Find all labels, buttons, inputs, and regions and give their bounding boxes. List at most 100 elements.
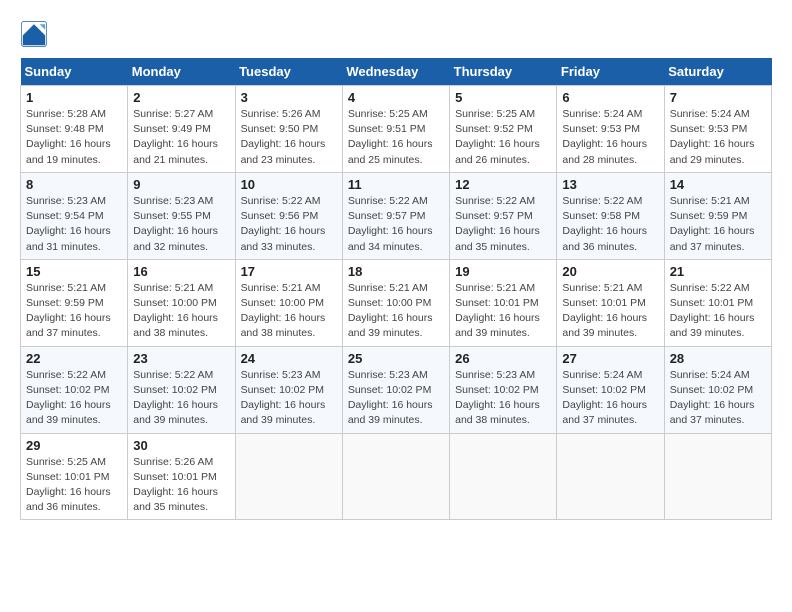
day-number: 4 [348,90,444,105]
calendar-cell: 15 Sunrise: 5:21 AMSunset: 9:59 PMDaylig… [21,259,128,346]
day-info: Sunrise: 5:23 AMSunset: 9:55 PMDaylight:… [133,195,218,253]
day-info: Sunrise: 5:26 AMSunset: 10:01 PMDaylight… [133,456,218,514]
weekday-header-thursday: Thursday [450,58,557,86]
day-info: Sunrise: 5:21 AMSunset: 10:01 PMDaylight… [562,282,647,340]
day-number: 10 [241,177,337,192]
calendar-cell: 19 Sunrise: 5:21 AMSunset: 10:01 PMDayli… [450,259,557,346]
weekday-header-tuesday: Tuesday [235,58,342,86]
day-number: 9 [133,177,229,192]
day-info: Sunrise: 5:22 AMSunset: 9:58 PMDaylight:… [562,195,647,253]
day-info: Sunrise: 5:26 AMSunset: 9:50 PMDaylight:… [241,108,326,166]
day-info: Sunrise: 5:21 AMSunset: 10:01 PMDaylight… [455,282,540,340]
calendar-cell [557,433,664,520]
day-info: Sunrise: 5:24 AMSunset: 9:53 PMDaylight:… [670,108,755,166]
day-number: 29 [26,438,122,453]
day-info: Sunrise: 5:21 AMSunset: 9:59 PMDaylight:… [670,195,755,253]
day-number: 14 [670,177,766,192]
calendar-cell [235,433,342,520]
weekday-header-saturday: Saturday [664,58,771,86]
calendar-table: SundayMondayTuesdayWednesdayThursdayFrid… [20,58,772,520]
day-number: 3 [241,90,337,105]
calendar-cell: 26 Sunrise: 5:23 AMSunset: 10:02 PMDayli… [450,346,557,433]
calendar-cell: 24 Sunrise: 5:23 AMSunset: 10:02 PMDayli… [235,346,342,433]
day-number: 16 [133,264,229,279]
day-info: Sunrise: 5:21 AMSunset: 10:00 PMDaylight… [348,282,433,340]
day-number: 24 [241,351,337,366]
day-info: Sunrise: 5:24 AMSunset: 9:53 PMDaylight:… [562,108,647,166]
calendar-week-4: 22 Sunrise: 5:22 AMSunset: 10:02 PMDayli… [21,346,772,433]
calendar-week-5: 29 Sunrise: 5:25 AMSunset: 10:01 PMDayli… [21,433,772,520]
day-info: Sunrise: 5:22 AMSunset: 9:57 PMDaylight:… [455,195,540,253]
calendar-week-3: 15 Sunrise: 5:21 AMSunset: 9:59 PMDaylig… [21,259,772,346]
day-info: Sunrise: 5:23 AMSunset: 9:54 PMDaylight:… [26,195,111,253]
day-number: 18 [348,264,444,279]
calendar-week-1: 1 Sunrise: 5:28 AMSunset: 9:48 PMDayligh… [21,86,772,173]
day-info: Sunrise: 5:24 AMSunset: 10:02 PMDaylight… [670,369,755,427]
weekday-header-wednesday: Wednesday [342,58,449,86]
calendar-cell: 22 Sunrise: 5:22 AMSunset: 10:02 PMDayli… [21,346,128,433]
calendar-cell: 17 Sunrise: 5:21 AMSunset: 10:00 PMDayli… [235,259,342,346]
day-info: Sunrise: 5:22 AMSunset: 9:56 PMDaylight:… [241,195,326,253]
day-number: 7 [670,90,766,105]
day-info: Sunrise: 5:24 AMSunset: 10:02 PMDaylight… [562,369,647,427]
day-number: 20 [562,264,658,279]
calendar-cell: 1 Sunrise: 5:28 AMSunset: 9:48 PMDayligh… [21,86,128,173]
day-number: 21 [670,264,766,279]
day-number: 19 [455,264,551,279]
day-info: Sunrise: 5:23 AMSunset: 10:02 PMDaylight… [241,369,326,427]
calendar-cell: 18 Sunrise: 5:21 AMSunset: 10:00 PMDayli… [342,259,449,346]
calendar-cell: 23 Sunrise: 5:22 AMSunset: 10:02 PMDayli… [128,346,235,433]
day-info: Sunrise: 5:21 AMSunset: 10:00 PMDaylight… [133,282,218,340]
logo-icon [20,20,48,48]
calendar-cell [664,433,771,520]
day-number: 5 [455,90,551,105]
day-number: 30 [133,438,229,453]
calendar-cell: 3 Sunrise: 5:26 AMSunset: 9:50 PMDayligh… [235,86,342,173]
calendar-cell: 20 Sunrise: 5:21 AMSunset: 10:01 PMDayli… [557,259,664,346]
calendar-cell: 7 Sunrise: 5:24 AMSunset: 9:53 PMDayligh… [664,86,771,173]
day-number: 25 [348,351,444,366]
day-number: 1 [26,90,122,105]
day-number: 22 [26,351,122,366]
page-header [20,20,772,48]
day-info: Sunrise: 5:28 AMSunset: 9:48 PMDaylight:… [26,108,111,166]
day-number: 6 [562,90,658,105]
calendar-cell: 27 Sunrise: 5:24 AMSunset: 10:02 PMDayli… [557,346,664,433]
calendar-cell: 5 Sunrise: 5:25 AMSunset: 9:52 PMDayligh… [450,86,557,173]
calendar-cell: 30 Sunrise: 5:26 AMSunset: 10:01 PMDayli… [128,433,235,520]
calendar-cell: 28 Sunrise: 5:24 AMSunset: 10:02 PMDayli… [664,346,771,433]
day-info: Sunrise: 5:21 AMSunset: 10:00 PMDaylight… [241,282,326,340]
day-number: 26 [455,351,551,366]
day-number: 11 [348,177,444,192]
calendar-week-2: 8 Sunrise: 5:23 AMSunset: 9:54 PMDayligh… [21,172,772,259]
day-info: Sunrise: 5:25 AMSunset: 9:51 PMDaylight:… [348,108,433,166]
calendar-cell [450,433,557,520]
day-info: Sunrise: 5:22 AMSunset: 9:57 PMDaylight:… [348,195,433,253]
day-number: 27 [562,351,658,366]
day-info: Sunrise: 5:22 AMSunset: 10:01 PMDaylight… [670,282,755,340]
day-number: 17 [241,264,337,279]
day-info: Sunrise: 5:23 AMSunset: 10:02 PMDaylight… [348,369,433,427]
calendar-cell: 6 Sunrise: 5:24 AMSunset: 9:53 PMDayligh… [557,86,664,173]
day-info: Sunrise: 5:23 AMSunset: 10:02 PMDaylight… [455,369,540,427]
calendar-cell: 21 Sunrise: 5:22 AMSunset: 10:01 PMDayli… [664,259,771,346]
day-number: 13 [562,177,658,192]
day-number: 2 [133,90,229,105]
day-number: 15 [26,264,122,279]
day-info: Sunrise: 5:25 AMSunset: 10:01 PMDaylight… [26,456,111,514]
calendar-cell: 11 Sunrise: 5:22 AMSunset: 9:57 PMDaylig… [342,172,449,259]
calendar-cell: 10 Sunrise: 5:22 AMSunset: 9:56 PMDaylig… [235,172,342,259]
day-info: Sunrise: 5:25 AMSunset: 9:52 PMDaylight:… [455,108,540,166]
calendar-cell: 12 Sunrise: 5:22 AMSunset: 9:57 PMDaylig… [450,172,557,259]
weekday-header-row: SundayMondayTuesdayWednesdayThursdayFrid… [21,58,772,86]
calendar-cell: 16 Sunrise: 5:21 AMSunset: 10:00 PMDayli… [128,259,235,346]
weekday-header-monday: Monday [128,58,235,86]
day-number: 12 [455,177,551,192]
calendar-cell: 9 Sunrise: 5:23 AMSunset: 9:55 PMDayligh… [128,172,235,259]
day-info: Sunrise: 5:22 AMSunset: 10:02 PMDaylight… [133,369,218,427]
day-number: 8 [26,177,122,192]
day-info: Sunrise: 5:22 AMSunset: 10:02 PMDaylight… [26,369,111,427]
day-number: 23 [133,351,229,366]
calendar-cell: 25 Sunrise: 5:23 AMSunset: 10:02 PMDayli… [342,346,449,433]
calendar-cell [342,433,449,520]
